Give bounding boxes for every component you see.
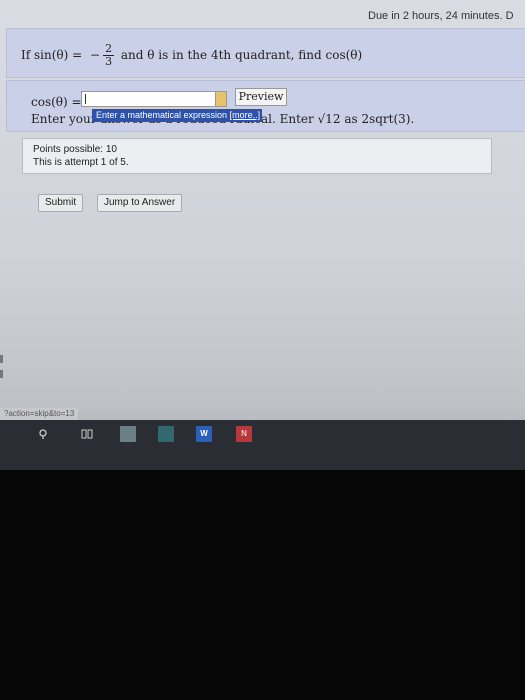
question-suffix: and θ is in the 4th quadrant, find cos(θ… — [117, 48, 363, 62]
taskbar: W N — [0, 420, 525, 470]
dark-background — [0, 470, 525, 700]
tooltip-more-link[interactable]: [more..] — [230, 110, 261, 120]
due-time-label: Due in 2 hours, 24 minutes. D — [368, 10, 514, 22]
points-possible: Points possible: 10 — [33, 144, 117, 155]
edge-mark — [0, 370, 3, 378]
store-app-icon[interactable] — [120, 426, 136, 442]
browser-app-icon[interactable] — [158, 426, 174, 442]
attempt-count: This is attempt 1 of 5. — [33, 157, 129, 168]
browser-screen: Due in 2 hours, 24 minutes. D If sin(θ) … — [0, 0, 525, 470]
tooltip-text: Enter a mathematical expression — [96, 110, 228, 120]
input-tooltip: Enter a mathematical expression [more..] — [92, 109, 262, 122]
text-cursor — [85, 94, 86, 104]
task-view-icon[interactable] — [80, 428, 94, 442]
search-icon[interactable] — [36, 428, 50, 442]
fraction-denominator: 3 — [105, 55, 113, 68]
input-flag-icon — [215, 92, 226, 106]
question-text: If sin(θ) = −2 3 and θ is in the 4th quad… — [21, 43, 362, 68]
question-box: If sin(θ) = −2 3 and θ is in the 4th quad… — [6, 28, 525, 78]
submit-button[interactable]: Submit — [38, 194, 84, 212]
points-panel: Points possible: 10 This is attempt 1 of… — [22, 138, 492, 174]
preview-button[interactable]: Preview — [235, 88, 287, 106]
word-app-icon[interactable]: W — [196, 426, 212, 442]
app-icon[interactable]: N — [236, 426, 252, 442]
negative-sign: − — [90, 48, 101, 62]
answer-input[interactable] — [81, 91, 227, 107]
answer-box: cos(θ) = Preview Enter your answer as a … — [6, 80, 525, 132]
status-url: ?action=skip&to=13 — [0, 408, 79, 420]
jump-to-answer-button[interactable]: Jump to Answer — [97, 194, 183, 212]
fraction: 23 — [103, 43, 115, 68]
edge-mark — [0, 355, 3, 363]
question-prefix: If sin(θ) = — [21, 48, 86, 62]
answer-label: cos(θ) = — [31, 95, 82, 109]
